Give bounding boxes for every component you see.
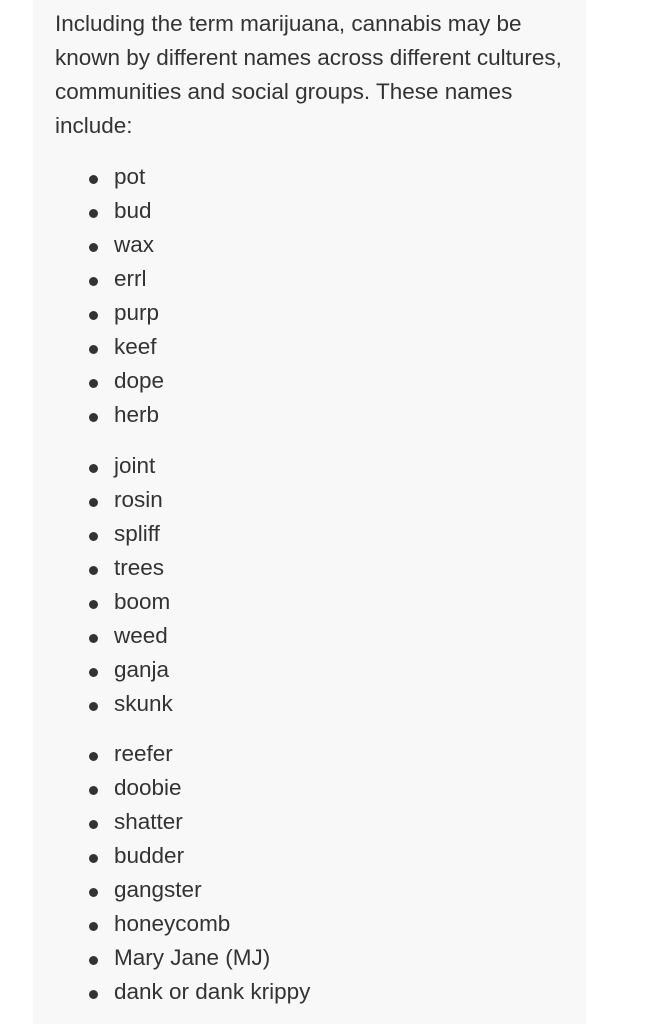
list-item: dope <box>89 364 164 398</box>
list-item: weed <box>89 619 173 653</box>
content-panel: Including the term marijuana, cannabis m… <box>33 0 586 1024</box>
list-item: rosin <box>89 483 173 517</box>
list-item: skunk <box>89 687 173 721</box>
names-list-2: joint rosin spliff trees boom weed ganja… <box>89 449 173 721</box>
list-item: spliff <box>89 517 173 551</box>
list-item: errl <box>89 262 164 296</box>
list-item: purp <box>89 296 164 330</box>
list-item: keef <box>89 330 164 364</box>
names-list-3: reefer doobie shatter budder gangster ho… <box>89 737 310 1009</box>
list-item: reefer <box>89 737 310 771</box>
intro-paragraph: Including the term marijuana, cannabis m… <box>55 11 562 138</box>
list-item: Mary Jane (MJ) <box>89 941 310 975</box>
list-item: honeycomb <box>89 907 310 941</box>
list-item: budder <box>89 839 310 873</box>
list-item: doobie <box>89 771 310 805</box>
list-item: gangster <box>89 873 310 907</box>
list-item: pot <box>89 160 164 194</box>
list-item: dank or dank krippy <box>89 975 310 1009</box>
list-item: trees <box>89 551 173 585</box>
list-item: wax <box>89 228 164 262</box>
names-list-1: pot bud wax errl purp keef dope herb <box>89 160 164 432</box>
list-item: boom <box>89 585 173 619</box>
list-item: herb <box>89 398 164 432</box>
list-item: shatter <box>89 805 310 839</box>
list-item: bud <box>89 194 164 228</box>
list-item: joint <box>89 449 173 483</box>
list-item: ganja <box>89 653 173 687</box>
